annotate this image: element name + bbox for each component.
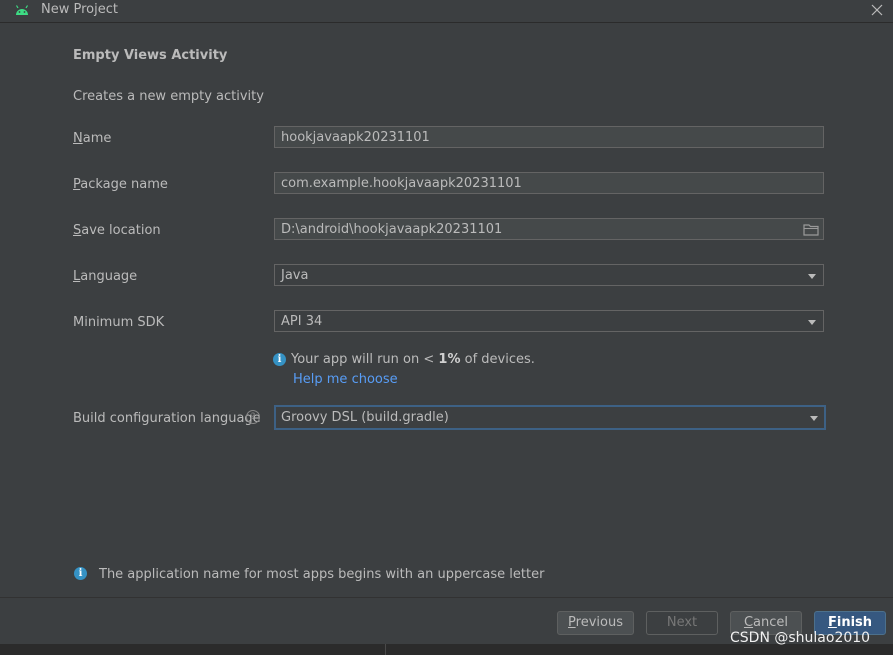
- info-icon: i: [74, 567, 87, 580]
- build-config-language-label: Build configuration language: [73, 411, 261, 426]
- save-location-input[interactable]: D:\android\hookjavaapk20231101: [281, 222, 502, 237]
- chevron-down-icon: [808, 274, 816, 279]
- divider: [385, 644, 386, 655]
- save-location-field[interactable]: D:\android\hookjavaapk20231101: [274, 218, 824, 240]
- chevron-down-icon: [808, 320, 816, 325]
- title-bar: New Project: [0, 0, 893, 23]
- template-title: Empty Views Activity: [73, 48, 228, 63]
- android-icon: [15, 5, 29, 15]
- template-description: Creates a new empty activity: [73, 89, 264, 104]
- language-selected-value: Java: [281, 268, 309, 283]
- build-config-language-selected-value: Groovy DSL (build.gradle): [281, 410, 449, 425]
- validation-hint-text: The application name for most apps begin…: [99, 567, 545, 582]
- next-button[interactable]: Next: [646, 611, 718, 635]
- name-label: Name: [73, 131, 112, 146]
- minimum-sdk-label: Minimum SDK: [73, 315, 165, 330]
- language-label: Language: [73, 269, 138, 284]
- info-icon: i: [273, 353, 286, 366]
- previous-button[interactable]: Previous: [557, 611, 634, 635]
- watermark-text: CSDN @shulao2010: [730, 630, 871, 646]
- build-config-language-dropdown[interactable]: Groovy DSL (build.gradle): [274, 405, 826, 430]
- folder-icon[interactable]: [803, 223, 819, 236]
- window-title: New Project: [41, 2, 118, 17]
- minimum-sdk-dropdown[interactable]: API 34: [274, 310, 824, 332]
- minimum-sdk-selected-value: API 34: [281, 314, 323, 329]
- device-coverage-text: Your app will run on < 1% of devices.: [291, 352, 535, 367]
- language-dropdown[interactable]: Java: [274, 264, 824, 286]
- package-name-input[interactable]: com.example.hookjavaapk20231101: [274, 172, 824, 194]
- save-location-label: Save location: [73, 223, 161, 238]
- chevron-down-icon: [810, 416, 818, 421]
- help-icon[interactable]: ?: [246, 410, 260, 424]
- close-icon[interactable]: [870, 3, 884, 17]
- package-name-label: Package name: [73, 177, 168, 192]
- help-me-choose-link[interactable]: Help me choose: [293, 372, 398, 387]
- name-input[interactable]: hookjavaapk20231101: [274, 126, 824, 148]
